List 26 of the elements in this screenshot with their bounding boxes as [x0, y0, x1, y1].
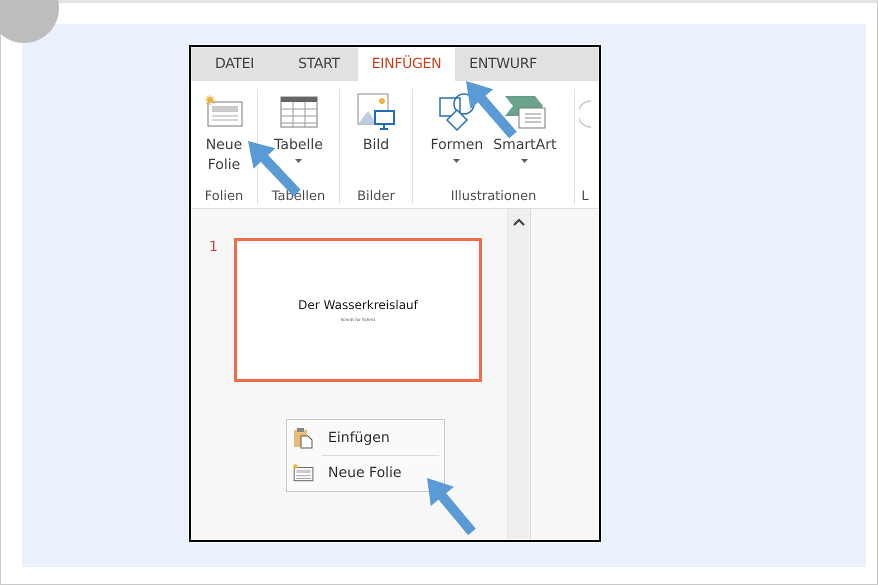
ribbon-tab[interactable]: DATEI [201, 47, 268, 81]
ribbon-button[interactable]: Neue Folie [200, 89, 248, 189]
group-label: L [580, 189, 590, 204]
pointer-arrow [466, 81, 517, 138]
ribbon-tab[interactable]: ENTWURF [455, 47, 551, 81]
new-slide-icon [204, 95, 244, 129]
ribbon-button[interactable]: Bild [352, 89, 400, 189]
group-label: Folien [204, 189, 244, 204]
paste-icon [292, 427, 314, 449]
scroll-up-icon[interactable] [513, 217, 525, 227]
ribbon-tab[interactable]: START [268, 47, 358, 81]
group-label: Bilder [356, 189, 396, 204]
shapes-icon [436, 92, 477, 132]
picture-icon [356, 92, 396, 132]
scrollbar[interactable] [507, 209, 531, 540]
group-label: Tabellen [270, 189, 326, 204]
new-slide-icon [292, 463, 314, 483]
table-icon [278, 95, 318, 129]
slide-number: 1 [209, 239, 218, 255]
ribbon-tab[interactable]: EINFÜGEN [358, 47, 456, 81]
ribbon-button[interactable]: Formen [426, 89, 488, 189]
menu-item[interactable]: Einfügen [292, 423, 439, 453]
globe-icon [579, 99, 591, 129]
pointer-arrow [427, 478, 476, 536]
slide-title: Der Wasserkreislauf [298, 298, 418, 312]
group-label: Illustrationen [450, 189, 538, 204]
